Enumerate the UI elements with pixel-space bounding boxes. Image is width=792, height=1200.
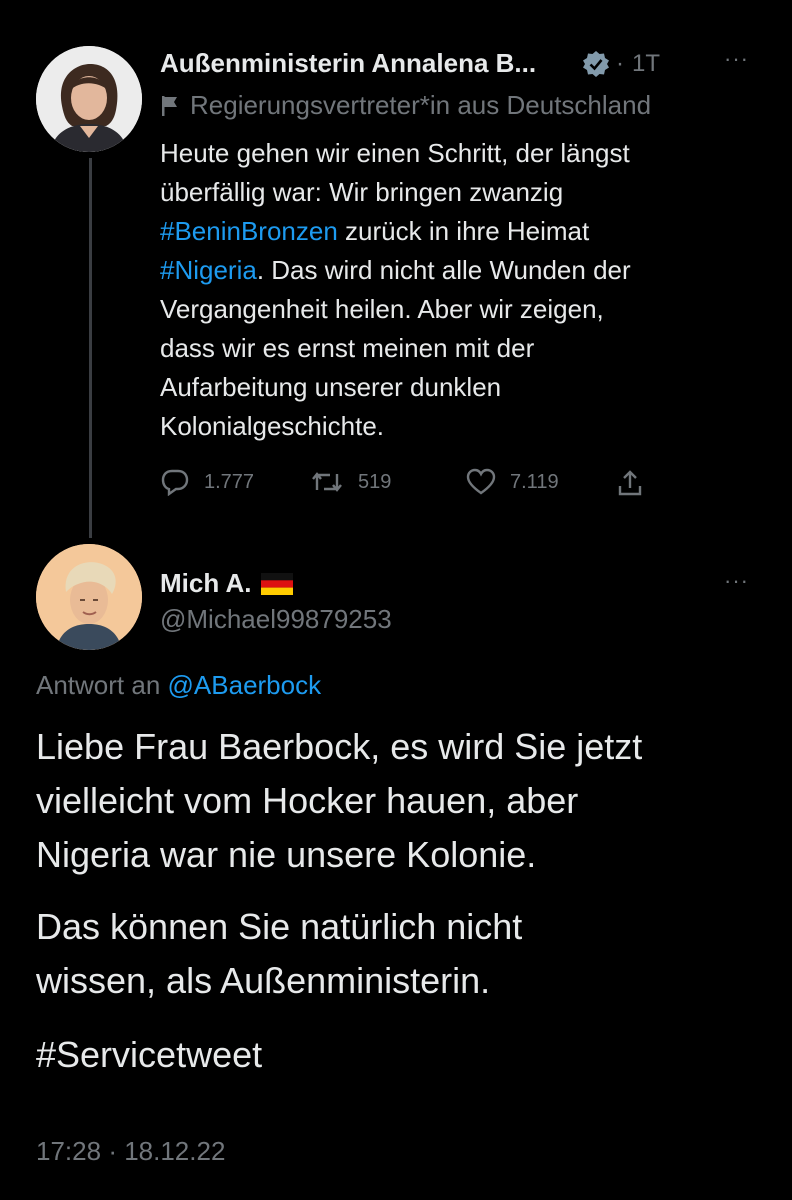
tweet2-author-name[interactable]: Mich A.: [160, 568, 294, 599]
reply-to-link[interactable]: @ABaerbock: [168, 670, 322, 700]
tweet1-line: Aufarbeitung unserer dunklen: [160, 372, 502, 402]
avatar-baerbock[interactable]: [36, 46, 142, 152]
tweet2-timestamp[interactable]: 17:28 · 18.12.22: [36, 1136, 225, 1167]
like-count: 7.119: [510, 470, 559, 493]
avatar-mich-image: [36, 544, 142, 650]
government-label-text: Regierungsvertreter*in aus Deutschland: [190, 90, 652, 120]
tweet2-more-options-icon[interactable]: ···: [724, 568, 749, 594]
tweet1-line: überfällig war: Wir bringen zwanzig: [160, 177, 564, 207]
hashtag-link[interactable]: #Nigeria: [160, 255, 257, 285]
tweet2-line: vielleicht vom Hocker hauen, aber: [36, 780, 579, 821]
tweet1-more-options-icon[interactable]: ···: [724, 46, 749, 72]
tweet2-line: Liebe Frau Baerbock, es wird Sie jetzt: [36, 726, 643, 767]
like-button[interactable]: 7.119: [466, 468, 559, 496]
tweet1-body: Heute gehen wir einen Schritt, der längs…: [160, 134, 760, 446]
tweet1-line: Kolonialgeschichte.: [160, 411, 385, 441]
retweet-icon: [312, 472, 342, 492]
tweet2-handle[interactable]: @Michael99879253: [160, 604, 392, 635]
share-icon: [618, 470, 642, 496]
reply-icon: [161, 469, 189, 496]
verified-badge-icon: [582, 50, 610, 83]
share-button[interactable]: [616, 468, 644, 498]
tweet2-author-name-text: Mich A.: [160, 568, 252, 598]
tweet1-line: dass wir es ernst meinen mit der: [160, 333, 535, 363]
reply-count: 1.777: [204, 470, 255, 493]
tweet1-line: Heute gehen wir einen Schritt, der längs…: [160, 138, 630, 168]
tweet2-body: Liebe Frau Baerbock, es wird Sie jetzt v…: [36, 720, 766, 882]
tweet2-line: Das können Sie natürlich nicht: [36, 906, 523, 947]
tweet1-author-name[interactable]: Außenministerin Annalena B...: [160, 48, 536, 79]
tweet1-time-separator: ·: [616, 50, 624, 77]
tweet2-line: Nigeria war nie unsere Kolonie.: [36, 834, 537, 875]
reply-context-prefix: Antwort an: [36, 670, 161, 700]
retweet-count: 519: [358, 470, 392, 493]
thread-connector-line: [89, 158, 92, 538]
retweet-button[interactable]: 519: [310, 468, 391, 496]
hashtag-link[interactable]: #BeninBronzen: [160, 216, 338, 246]
heart-icon: [466, 468, 496, 495]
tweet1-timestamp[interactable]: 1T: [632, 50, 660, 78]
tweet2-time: 17:28: [36, 1136, 102, 1166]
tweet1-line: #BeninBronzen zurück in ihre Heimat: [160, 212, 760, 251]
tweet1-line: #Nigeria. Das wird nicht alle Wunden der: [160, 251, 760, 290]
timestamp-separator: ·: [108, 1136, 125, 1166]
avatar-mich[interactable]: [36, 544, 142, 650]
government-label[interactable]: Regierungsvertreter*in aus Deutschland: [160, 90, 651, 121]
tweet1-line-text: zurück in ihre Heimat: [337, 216, 590, 246]
avatar-baerbock-image: [36, 46, 142, 152]
reply-button[interactable]: 1.777: [160, 468, 254, 496]
tweet2-date: 18.12.22: [124, 1136, 226, 1166]
tweet1-line-text: . Das wird nicht alle Wunden der: [256, 255, 631, 285]
tweet1-line: Vergangenheit heilen. Aber wir zeigen,: [160, 294, 604, 324]
germany-flag-icon: [261, 572, 294, 595]
tweet2-line: wissen, als Außenministerin.: [36, 960, 491, 1001]
tweet2-body-second-paragraph: Das können Sie natürlich nicht wissen, a…: [36, 900, 766, 1008]
reply-context: Antwort an @ABaerbock: [36, 670, 321, 701]
servicetweet-hashtag-link[interactable]: #Servicetweet: [36, 1028, 262, 1082]
flag-icon: [162, 95, 177, 116]
